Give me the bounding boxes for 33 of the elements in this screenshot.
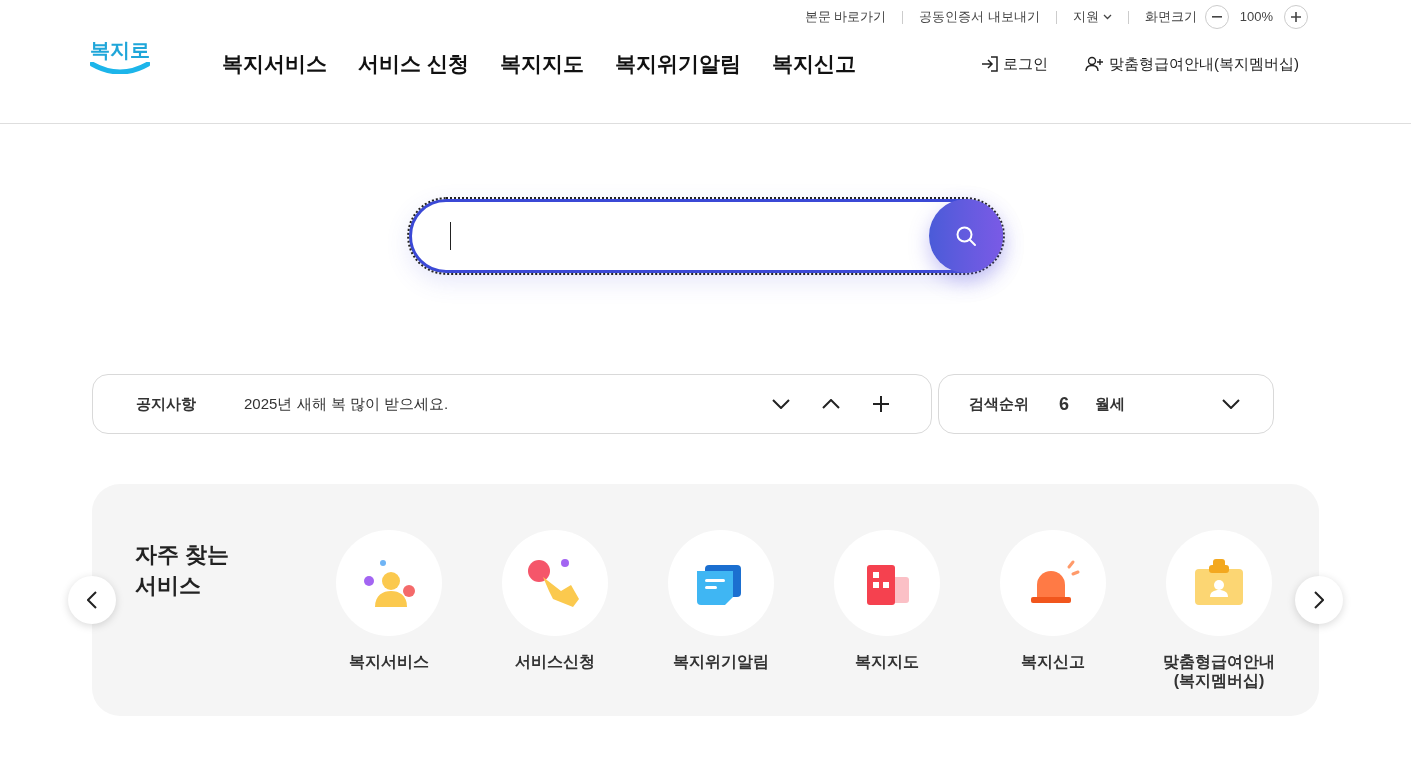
nav-item[interactable]: 복지지도 (499, 48, 584, 80)
notice-link[interactable]: 2025년 새해 복 많이 받으세요. (244, 392, 449, 416)
nav-item[interactable]: 복지서비스 (222, 48, 327, 80)
service-item[interactable]: 맞춤형급여안내 (복지멤버십) (1144, 530, 1294, 716)
chevron-right-icon (1314, 591, 1324, 609)
nav-item[interactable]: 서비스 신청 (358, 48, 469, 80)
caret-icon (1102, 14, 1112, 20)
chevron-down-icon (1222, 399, 1240, 409)
zoom-value: 100% (1239, 8, 1273, 27)
notice-label: 공지사항 (136, 393, 197, 414)
services-title: 자주 찾는 서비스 (135, 541, 231, 600)
chevron-left-icon (87, 591, 97, 609)
rank-term-link[interactable]: 월세 (1095, 392, 1125, 416)
rank-number: 6 (1059, 392, 1069, 416)
nav-item[interactable]: 복지신고 (771, 48, 856, 80)
search-field[interactable] (408, 199, 1003, 273)
plus-icon (873, 396, 889, 412)
chevron-down-icon (772, 399, 790, 409)
search-button[interactable] (928, 199, 1003, 273)
search-icon (954, 225, 977, 247)
nav-item[interactable]: 복지위기알림 (614, 48, 741, 80)
login-icon (981, 56, 999, 72)
utility-link[interactable]: 공동인증서 내보내기 (919, 7, 1040, 27)
screen-size-label: 화면크기 (1144, 8, 1197, 27)
utility-link[interactable]: 본문 바로가기 (804, 7, 887, 27)
support-menu-button[interactable]: 지원 (1072, 7, 1112, 27)
plus-icon (1291, 12, 1301, 22)
chevron-up-icon (822, 399, 840, 409)
login-link[interactable]: 로그인 (981, 52, 1048, 76)
membership-link[interactable]: 맞춤형급여안내(복지멤버십) (1085, 52, 1299, 76)
search-rank-label: 검색순위 (969, 393, 1029, 414)
minus-icon (1211, 16, 1222, 18)
add-user-icon (1085, 56, 1105, 72)
